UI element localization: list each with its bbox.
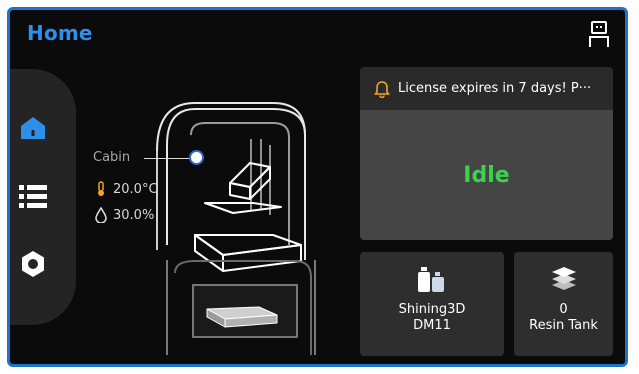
resin-tank-label: Resin Tank (529, 318, 598, 333)
user-icon[interactable] (587, 20, 613, 50)
cabin-label: Cabin (93, 150, 131, 165)
resin-bottles-icon (418, 267, 444, 292)
temperature-value: 20.0°C (113, 181, 158, 197)
thermometer-icon (98, 181, 104, 196)
bell-icon (374, 80, 390, 98)
temperature-readout: 20.0°C (95, 181, 158, 197)
sidebar-item-home[interactable] (15, 111, 51, 145)
license-notice[interactable]: License expires in 7 days! P··· (360, 67, 613, 110)
gear-icon (22, 251, 44, 277)
list-icon (19, 185, 47, 208)
sidebar-item-list[interactable] (15, 179, 51, 213)
droplet-icon (95, 207, 107, 223)
layers-icon (551, 267, 576, 290)
sidebar (10, 69, 76, 325)
home-icon (21, 117, 45, 139)
material-model: DM11 (413, 318, 451, 333)
home-screen: Home Cabin 20.0°C 30.0% License expires … (7, 7, 628, 367)
material-brand: Shining3D (398, 302, 466, 317)
status-text: Idle (463, 162, 510, 188)
humidity-value: 30.0% (113, 207, 155, 223)
resin-tank-card[interactable]: 0 Resin Tank (514, 252, 613, 356)
material-card[interactable]: Shining3D DM11 (360, 252, 504, 356)
cabin-indicator-dot (191, 152, 202, 163)
page-title: Home (27, 21, 93, 45)
sidebar-item-settings[interactable] (15, 247, 51, 281)
resin-tank-count: 0 (559, 302, 568, 317)
license-notice-text: License expires in 7 days! P··· (398, 81, 592, 96)
printer-illustration (155, 95, 345, 357)
printer-status-panel: Idle (360, 110, 613, 240)
humidity-readout: 30.0% (95, 207, 154, 223)
cabin-leader-line (144, 158, 190, 159)
